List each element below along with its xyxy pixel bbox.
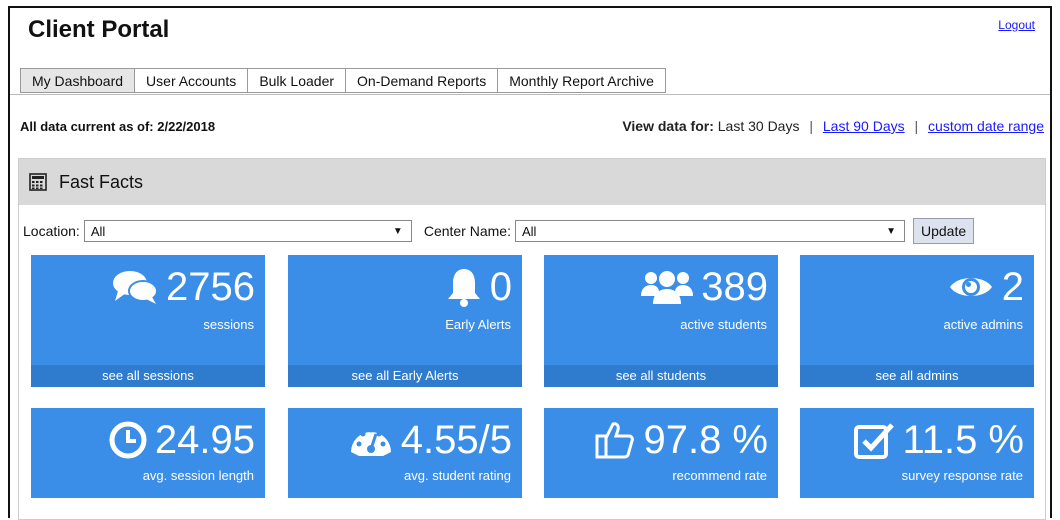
users-icon bbox=[641, 271, 694, 304]
dropdown-arrow-icon: ▼ bbox=[886, 225, 896, 237]
tab-divider bbox=[10, 94, 1050, 95]
tab-my-dashboard[interactable]: My Dashboard bbox=[20, 68, 136, 93]
active-admins-value: 2 bbox=[1001, 265, 1024, 309]
center-name-select[interactable]: All ▼ bbox=[514, 220, 905, 242]
tab-monthly-report-archive[interactable]: Monthly Report Archive bbox=[498, 68, 666, 93]
active-students-tile[interactable]: 389 active students see all students bbox=[544, 255, 778, 387]
tile-value-row: 24.95 bbox=[109, 420, 255, 460]
bell-icon bbox=[447, 269, 480, 307]
thumbs-up-icon bbox=[595, 422, 635, 459]
early-alerts-tile[interactable]: 0 Early Alerts see all Early Alerts bbox=[288, 255, 522, 387]
tile-value-row: 2 bbox=[948, 267, 1024, 307]
recommend-rate-tile: 97.8 % recommend rate bbox=[544, 408, 778, 498]
sessions-value: 2756 bbox=[166, 265, 255, 309]
active-students-value: 389 bbox=[701, 265, 768, 309]
early-alerts-label: Early Alerts bbox=[445, 317, 511, 332]
avg-session-length-value: 24.95 bbox=[154, 418, 255, 462]
sessions-tile[interactable]: 2756 sessions see all sessions bbox=[31, 255, 265, 387]
tab-bulk-loader[interactable]: Bulk Loader bbox=[248, 68, 347, 93]
tile-value-row: 2756 bbox=[112, 267, 255, 307]
tile-value-row: 11.5 % bbox=[854, 420, 1024, 460]
tile-value-row: 0 bbox=[446, 267, 512, 307]
location-label: Location: bbox=[23, 223, 80, 239]
chat-icon bbox=[113, 271, 159, 304]
see-all-students-link[interactable]: see all students bbox=[544, 365, 778, 387]
check-square-icon bbox=[854, 423, 895, 459]
separator: | bbox=[809, 118, 813, 134]
survey-response-rate-label: survey response rate bbox=[901, 468, 1023, 483]
filter-bar: Location: All ▼ Center Name: All ▼ Updat… bbox=[23, 217, 1035, 245]
tile-value-row: 389 bbox=[641, 267, 768, 307]
recommend-rate-value: 97.8 % bbox=[643, 418, 768, 462]
avg-student-rating-label: avg. student rating bbox=[404, 468, 511, 483]
see-all-admins-link[interactable]: see all admins bbox=[800, 365, 1034, 387]
avg-student-rating-tile: 4.55/5 avg. student rating bbox=[288, 408, 522, 498]
center-name-label: Center Name: bbox=[423, 223, 511, 239]
logout-link[interactable]: Logout bbox=[998, 18, 1035, 32]
panel-title: Fast Facts bbox=[59, 171, 144, 192]
client-portal-frame: Client Portal Logout My Dashboard User A… bbox=[8, 6, 1052, 520]
tile-value-row: 97.8 % bbox=[595, 420, 768, 460]
dropdown-arrow-icon: ▼ bbox=[392, 225, 403, 237]
tile-value-row: 4.55/5 bbox=[349, 420, 512, 460]
separator: | bbox=[914, 118, 919, 134]
date-range-selector: View data for: Last 30 Days | Last 90 Da… bbox=[622, 118, 1044, 134]
last-90-days-link[interactable]: Last 90 Days bbox=[823, 118, 905, 134]
update-button[interactable]: Update bbox=[912, 218, 975, 244]
survey-response-rate-value: 11.5 % bbox=[902, 418, 1024, 462]
view-data-label: View data for: bbox=[622, 118, 714, 134]
see-all-early-alerts-link[interactable]: see all Early Alerts bbox=[288, 365, 522, 387]
avg-session-length-label: avg. session length bbox=[142, 468, 254, 483]
active-admins-label: active admins bbox=[943, 317, 1023, 332]
avg-session-length-tile: 24.95 avg. session length bbox=[31, 408, 265, 498]
sessions-label: sessions bbox=[203, 317, 254, 332]
recommend-rate-label: recommend rate bbox=[672, 468, 767, 483]
tab-user-accounts[interactable]: User Accounts bbox=[135, 68, 249, 93]
eye-icon bbox=[949, 278, 992, 296]
custom-date-range-link[interactable]: custom date range bbox=[928, 118, 1044, 134]
location-value: All bbox=[90, 223, 106, 239]
tab-on-demand-reports[interactable]: On-Demand Reports bbox=[346, 68, 499, 93]
tab-bar: My Dashboard User Accounts Bulk Loader O… bbox=[20, 68, 666, 94]
page-title: Client Portal bbox=[28, 16, 170, 43]
location-select[interactable]: All ▼ bbox=[83, 220, 412, 242]
see-all-sessions-link[interactable]: see all sessions bbox=[31, 365, 265, 387]
gauge-icon bbox=[350, 427, 391, 456]
active-admins-tile[interactable]: 2 active admins see all admins bbox=[800, 255, 1034, 387]
clock-icon bbox=[109, 421, 147, 459]
data-current-as-of: All data current as of: 2/22/2018 bbox=[20, 119, 216, 134]
active-students-label: active students bbox=[680, 317, 767, 332]
avg-student-rating-value: 4.55/5 bbox=[400, 418, 512, 462]
early-alerts-value: 0 bbox=[489, 265, 512, 309]
current-range: Last 30 Days bbox=[717, 118, 800, 134]
center-name-value: All bbox=[521, 223, 537, 239]
calculator-icon bbox=[29, 173, 47, 191]
panel-header: Fast Facts bbox=[19, 159, 1045, 205]
survey-response-rate-tile: 11.5 % survey response rate bbox=[800, 408, 1034, 498]
fast-facts-panel: Fast Facts Location: All ▼ Center Name: … bbox=[18, 158, 1046, 520]
